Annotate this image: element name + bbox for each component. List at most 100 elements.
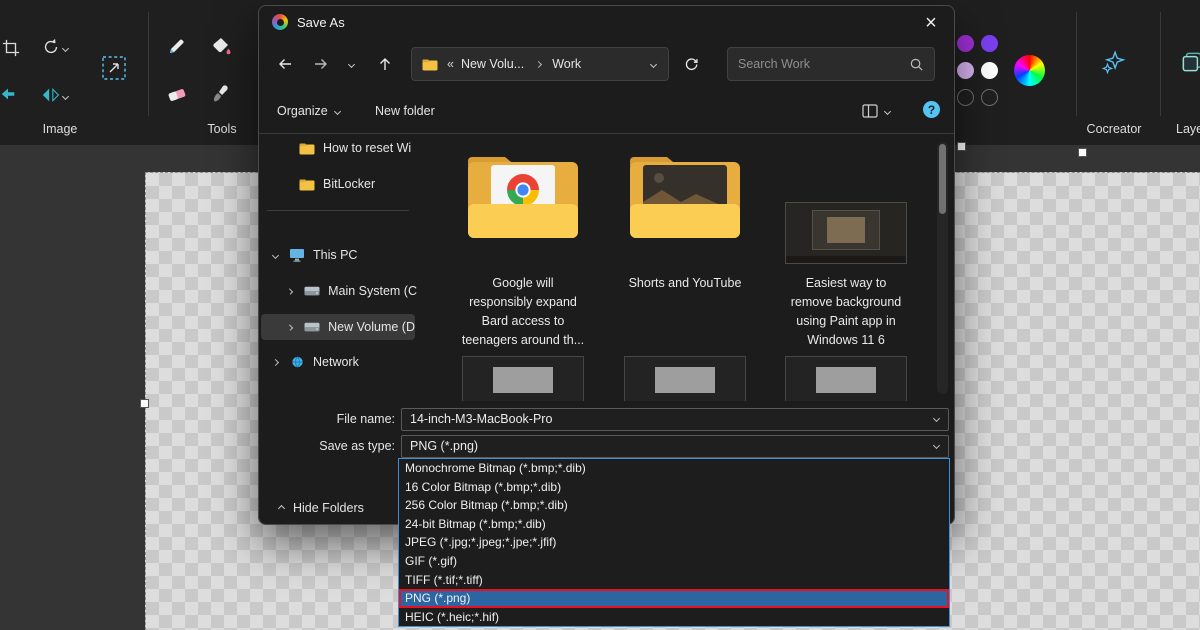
crop-selection-icon[interactable]: [1, 38, 21, 58]
breadcrumb-separator-icon: [535, 60, 542, 67]
dropdown-option[interactable]: 24-bit Bitmap (*.bmp;*.dib): [399, 515, 949, 534]
tree-collapse-chevron-icon[interactable]: [287, 324, 293, 330]
brush-tool-icon[interactable]: [209, 82, 233, 106]
color-swatch-purple[interactable]: [957, 35, 974, 52]
layers-icon[interactable]: [1178, 48, 1200, 76]
scrollbar-thumb[interactable]: [939, 144, 946, 214]
close-button[interactable]: [914, 8, 948, 37]
sidebar-item-folder[interactable]: BitLocker: [259, 171, 417, 197]
chevron-down-icon[interactable]: [933, 442, 940, 449]
dropdown-option[interactable]: TIFF (*.tif;*.tiff): [399, 571, 949, 590]
dropdown-option[interactable]: Monochrome Bitmap (*.bmp;*.dib): [399, 459, 949, 478]
rotate-dropdown-chevron-icon[interactable]: [62, 45, 69, 52]
folder-thumbnail: [448, 148, 598, 244]
color-swatch-violet[interactable]: [981, 35, 998, 52]
up-arrow-icon: [377, 56, 393, 72]
sidebar-separator: [267, 210, 409, 211]
tree-expand-chevron-icon[interactable]: [272, 251, 279, 258]
address-dropdown-chevron-icon[interactable]: [650, 60, 657, 67]
dropdown-option[interactable]: 16 Color Bitmap (*.bmp;*.dib): [399, 478, 949, 497]
dropdown-option[interactable]: HEIC (*.heic;*.hif): [399, 608, 949, 627]
file-item[interactable]: Easiest way to remove background using P…: [771, 148, 921, 378]
selection-handle[interactable]: [140, 399, 149, 408]
file-type-dropdown: Monochrome Bitmap (*.bmp;*.dib) 16 Color…: [398, 458, 950, 627]
cocreator-label: Cocreator: [1079, 122, 1149, 136]
sidebar-item-folder[interactable]: How to reset Wi: [259, 135, 417, 161]
rotate-icon[interactable]: [40, 36, 62, 58]
file-item[interactable]: Google will responsibly expand Bard acce…: [448, 148, 598, 378]
recent-locations-button[interactable]: [339, 48, 363, 80]
chevron-down-icon[interactable]: [933, 415, 940, 422]
folder-icon: [299, 142, 315, 155]
pencil-tool-icon[interactable]: [165, 34, 189, 58]
breadcrumb-overflow[interactable]: «: [447, 57, 454, 71]
dropdown-option[interactable]: 256 Color Bitmap (*.bmp;*.dib): [399, 496, 949, 515]
breadcrumb-parent[interactable]: New Volu...: [461, 57, 524, 71]
sidebar-item-label: How to reset Wi: [323, 141, 411, 155]
hide-folders-button[interactable]: Hide Folders: [267, 494, 376, 522]
color-swatch-lavender[interactable]: [957, 62, 974, 79]
drive-icon: [304, 286, 320, 296]
up-button[interactable]: [369, 48, 401, 80]
flip-icon[interactable]: [40, 84, 62, 106]
monitor-icon: [289, 248, 305, 262]
tree-collapse-chevron-icon[interactable]: [287, 288, 293, 294]
view-mode-icon: [862, 103, 878, 119]
color-wheel-icon[interactable]: [1014, 55, 1045, 86]
search-input[interactable]: [728, 57, 909, 71]
file-name-input[interactable]: 14-inch-M3-MacBook-Pro: [401, 408, 949, 431]
toolbar-divider: [148, 12, 149, 116]
dropdown-option-selected[interactable]: PNG (*.png): [399, 589, 949, 608]
file-name-value: 14-inch-M3-MacBook-Pro: [410, 412, 552, 426]
sidebar-item-label: New Volume (D: [328, 320, 415, 334]
dropdown-option[interactable]: JPEG (*.jpg;*.jpeg;*.jpe;*.jfif): [399, 533, 949, 552]
folder-icon: [299, 178, 315, 191]
resize-icon[interactable]: [100, 54, 128, 82]
flip-dropdown-chevron-icon[interactable]: [62, 93, 69, 100]
sidebar-item-drive-selected[interactable]: New Volume (D: [261, 314, 415, 340]
eraser-tool-icon[interactable]: [165, 82, 189, 106]
sidebar-item-network[interactable]: Network: [259, 349, 417, 375]
color-swatch-empty[interactable]: [957, 89, 974, 106]
selection-handle[interactable]: [1078, 148, 1087, 157]
command-bar: Organize New folder: [259, 89, 954, 133]
file-thumbnail[interactable]: [624, 356, 746, 401]
back-arrow-icon: [277, 56, 293, 72]
sidebar-item-this-pc[interactable]: This PC: [259, 242, 417, 268]
file-list-scrollbar[interactable]: [937, 142, 948, 394]
folder-icon: [422, 58, 438, 71]
new-folder-button[interactable]: New folder: [375, 100, 435, 122]
fill-bucket-icon[interactable]: [209, 34, 233, 58]
image-group-label: Image: [25, 122, 95, 136]
selection-handle[interactable]: [957, 142, 966, 151]
chevron-down-icon: [334, 107, 341, 114]
file-thumbnail[interactable]: [785, 356, 907, 401]
forward-arrow-icon: [313, 56, 329, 72]
tree-collapse-chevron-icon[interactable]: [272, 358, 279, 365]
dialog-title: Save As: [297, 15, 345, 30]
folder-thumbnail: [610, 148, 760, 244]
back-button[interactable]: [269, 48, 301, 80]
network-icon: [289, 356, 305, 368]
layers-label: Layers: [1176, 122, 1200, 136]
refresh-button[interactable]: [675, 48, 707, 80]
color-swatch-white[interactable]: [981, 62, 998, 79]
organize-menu-button[interactable]: Organize: [277, 100, 340, 122]
file-item[interactable]: Shorts and YouTube: [610, 148, 760, 378]
dropdown-option[interactable]: GIF (*.gif): [399, 552, 949, 571]
select-icon[interactable]: [0, 84, 18, 104]
view-options-button[interactable]: [862, 100, 890, 122]
forward-button[interactable]: [305, 48, 337, 80]
thumbnail-window: [812, 210, 880, 250]
cocreator-sparkle-icon[interactable]: [1100, 48, 1128, 76]
thumbnail-taskbar: [786, 256, 906, 263]
help-button[interactable]: [923, 101, 940, 118]
sidebar-item-label: BitLocker: [323, 177, 375, 191]
sidebar-item-drive[interactable]: Main System (C: [259, 278, 417, 304]
file-thumbnail[interactable]: [462, 356, 584, 401]
color-swatch-empty[interactable]: [981, 89, 998, 106]
address-bar[interactable]: « New Volu... Work: [411, 47, 669, 81]
file-name-label-text: File name:: [259, 408, 395, 431]
breadcrumb-current[interactable]: Work: [552, 57, 581, 71]
save-type-combobox[interactable]: PNG (*.png): [401, 435, 949, 458]
